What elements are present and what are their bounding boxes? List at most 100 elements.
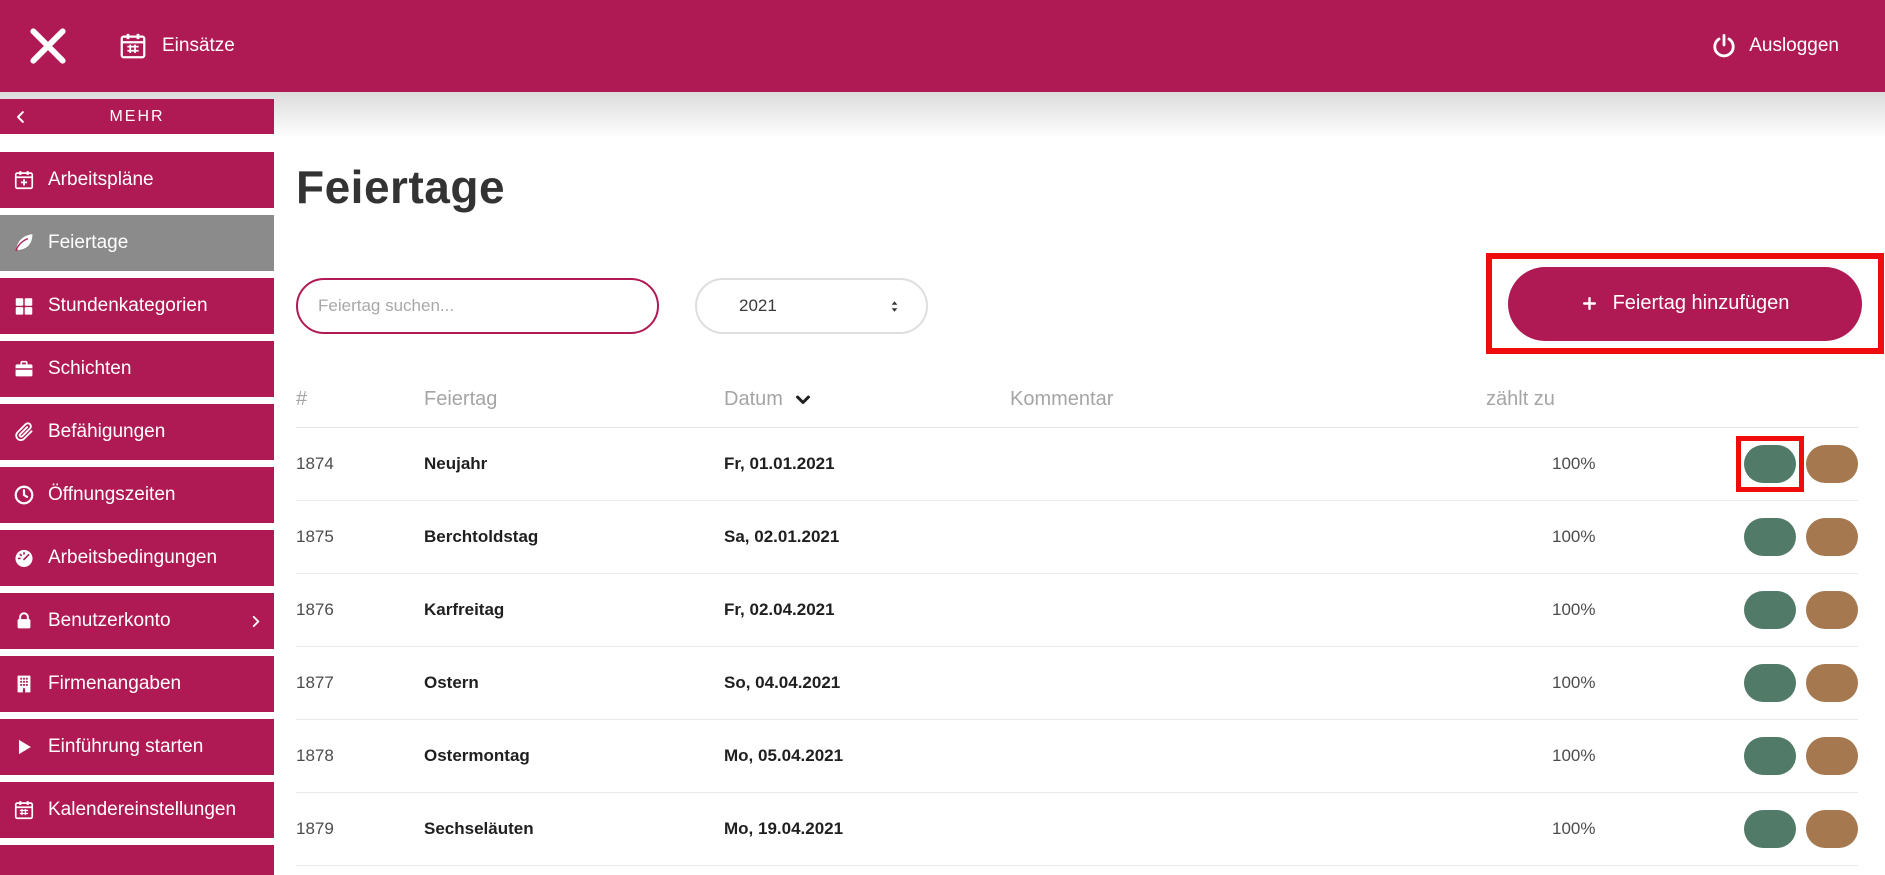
delete-x-icon bbox=[1825, 530, 1840, 545]
building-icon bbox=[13, 673, 35, 695]
table-row: 1876 Karfreitag Fr, 02.04.2021 100% bbox=[296, 574, 1858, 647]
briefcase-icon bbox=[13, 358, 35, 380]
sidebar: MEHR Arbeitspläne Feiertage Stundenkategor… bbox=[0, 99, 274, 875]
row-actions bbox=[1616, 655, 1858, 711]
sidebar-item-label: Einführung starten bbox=[48, 736, 203, 758]
row-feiertag-name: Sechseläuten bbox=[424, 819, 724, 839]
edit-pencil-icon bbox=[1761, 455, 1779, 473]
select-arrows-icon bbox=[887, 298, 902, 315]
edit-button[interactable] bbox=[1744, 737, 1796, 775]
annotation-box-edit-button bbox=[1736, 582, 1804, 638]
grid-icon bbox=[13, 295, 35, 317]
sidebar-item-arbeitsplaene[interactable]: Arbeitspläne bbox=[0, 152, 274, 208]
sidebar-header-mehr[interactable]: MEHR bbox=[0, 99, 274, 134]
delete-x-icon bbox=[1825, 676, 1840, 691]
edit-button[interactable] bbox=[1744, 518, 1796, 556]
annotation-box-edit-button bbox=[1736, 436, 1804, 492]
row-actions bbox=[1616, 801, 1858, 857]
delete-button[interactable] bbox=[1806, 810, 1858, 848]
column-header-kommentar[interactable]: Kommentar bbox=[1010, 388, 1486, 411]
delete-button[interactable] bbox=[1806, 445, 1858, 483]
row-feiertag-name: Berchtoldstag bbox=[424, 527, 724, 547]
clock-icon bbox=[13, 484, 35, 506]
year-select[interactable]: 2021 bbox=[695, 278, 928, 334]
sidebar-item-arbeitsbedingungen[interactable]: Arbeitsbedingungen bbox=[0, 530, 274, 586]
logout-label: Ausloggen bbox=[1749, 35, 1839, 57]
delete-button[interactable] bbox=[1806, 737, 1858, 775]
row-datum: Fr, 02.04.2021 bbox=[724, 600, 1010, 620]
edit-button[interactable] bbox=[1744, 664, 1796, 702]
row-zaehlt-zu: 100% bbox=[1486, 819, 1616, 839]
sidebar-item-befaehigungen[interactable]: Befähigungen bbox=[0, 404, 274, 460]
row-zaehlt-zu: 100% bbox=[1486, 600, 1616, 620]
navbar-shadow bbox=[0, 92, 1885, 138]
row-id: 1877 bbox=[296, 673, 424, 693]
sort-chevron-down-icon bbox=[793, 390, 813, 410]
nav-item-einsaetze[interactable]: Einsätze bbox=[118, 31, 235, 61]
delete-x-icon bbox=[1825, 457, 1840, 472]
sidebar-item-partial bbox=[0, 845, 274, 875]
sidebar-item-label: Arbeitspläne bbox=[48, 169, 154, 191]
column-header-id[interactable]: # bbox=[296, 388, 424, 411]
row-id: 1879 bbox=[296, 819, 424, 839]
add-feiertag-button[interactable]: Feiertag hinzufügen bbox=[1508, 267, 1862, 341]
edit-button[interactable] bbox=[1744, 445, 1796, 483]
sidebar-item-label: Schichten bbox=[48, 358, 131, 380]
row-actions bbox=[1616, 582, 1858, 638]
sidebar-item-label: Öffnungszeiten bbox=[48, 484, 175, 506]
row-zaehlt-zu: 100% bbox=[1486, 673, 1616, 693]
table-header-row: # Feiertag Datum Kommentar zählt zu bbox=[296, 372, 1858, 428]
power-icon bbox=[1711, 33, 1737, 59]
sidebar-header-label: MEHR bbox=[109, 108, 164, 126]
plus-icon bbox=[1581, 295, 1598, 312]
chevron-left-icon bbox=[12, 108, 30, 126]
row-actions bbox=[1616, 436, 1858, 492]
annotation-box-edit-button bbox=[1736, 655, 1804, 711]
row-datum: So, 04.04.2021 bbox=[724, 673, 1010, 693]
sidebar-item-label: Arbeitsbedingungen bbox=[48, 547, 217, 569]
sidebar-item-stundenkategorien[interactable]: Stundenkategorien bbox=[0, 278, 274, 334]
add-feiertag-label: Feiertag hinzufügen bbox=[1613, 292, 1790, 315]
row-actions bbox=[1616, 728, 1858, 784]
sidebar-item-firmenangaben[interactable]: Firmenangaben bbox=[0, 656, 274, 712]
delete-button[interactable] bbox=[1806, 591, 1858, 629]
sidebar-item-oeffnungszeiten[interactable]: Öffnungszeiten bbox=[0, 467, 274, 523]
leaf-icon bbox=[13, 232, 35, 254]
play-icon bbox=[13, 736, 35, 758]
sidebar-item-kalendereinstellungen[interactable]: Kalendereinstellungen bbox=[0, 782, 274, 838]
delete-button[interactable] bbox=[1806, 518, 1858, 556]
edit-pencil-icon bbox=[1761, 674, 1779, 692]
delete-button[interactable] bbox=[1806, 664, 1858, 702]
nav-einsaetze-label: Einsätze bbox=[162, 35, 235, 57]
row-actions bbox=[1616, 509, 1858, 565]
calendar-icon bbox=[118, 31, 148, 61]
sidebar-item-schichten[interactable]: Schichten bbox=[0, 341, 274, 397]
column-header-feiertag[interactable]: Feiertag bbox=[424, 388, 724, 411]
row-datum: Mo, 05.04.2021 bbox=[724, 746, 1010, 766]
calendar-plus-icon bbox=[13, 169, 35, 191]
column-header-zaehlt-zu[interactable]: zählt zu bbox=[1486, 388, 1616, 411]
paperclip-icon bbox=[13, 421, 35, 443]
row-feiertag-name: Karfreitag bbox=[424, 600, 724, 620]
row-id: 1874 bbox=[296, 454, 424, 474]
calendar-icon bbox=[13, 799, 35, 821]
column-header-datum[interactable]: Datum bbox=[724, 388, 1010, 411]
edit-button[interactable] bbox=[1744, 810, 1796, 848]
logout-button[interactable]: Ausloggen bbox=[1711, 33, 1839, 59]
row-zaehlt-zu: 100% bbox=[1486, 454, 1616, 474]
delete-x-icon bbox=[1825, 603, 1840, 618]
lock-icon bbox=[13, 610, 35, 632]
row-id: 1878 bbox=[296, 746, 424, 766]
edit-button[interactable] bbox=[1744, 591, 1796, 629]
row-datum: Fr, 01.01.2021 bbox=[724, 454, 1010, 474]
sidebar-item-einfuehrung-starten[interactable]: Einführung starten bbox=[0, 719, 274, 775]
sidebar-item-label: Befähigungen bbox=[48, 421, 165, 443]
sidebar-item-benutzerkonto[interactable]: Benutzerkonto bbox=[0, 593, 274, 649]
search-input[interactable] bbox=[296, 278, 659, 334]
table-row: 1879 Sechseläuten Mo, 19.04.2021 100% bbox=[296, 793, 1858, 866]
sidebar-item-feiertage[interactable]: Feiertage bbox=[0, 215, 274, 271]
edit-pencil-icon bbox=[1761, 820, 1779, 838]
page-title: Feiertage bbox=[296, 160, 505, 214]
app-logo-x-icon[interactable] bbox=[26, 24, 70, 68]
delete-x-icon bbox=[1825, 749, 1840, 764]
